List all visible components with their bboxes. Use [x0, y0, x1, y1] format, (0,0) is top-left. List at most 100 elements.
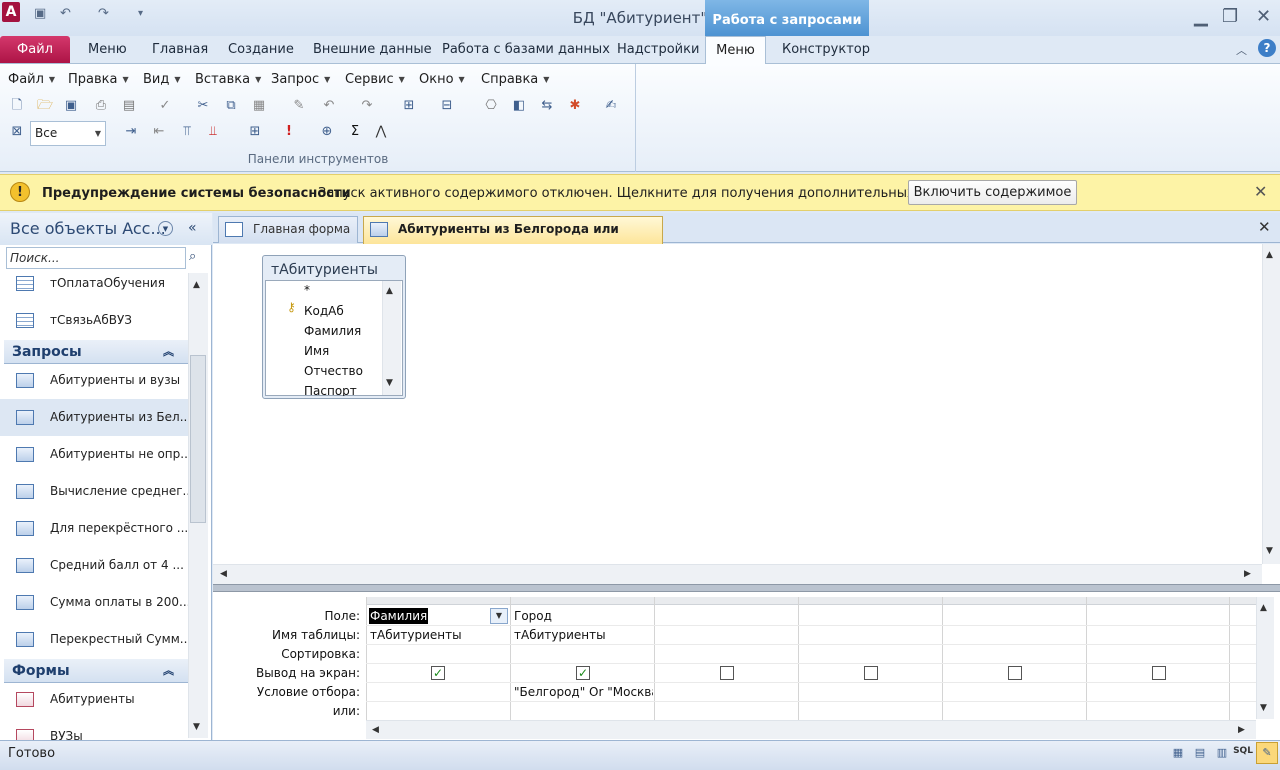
tab-menu-context[interactable]: Меню [705, 36, 766, 65]
table-pane-hscroll[interactable] [213, 564, 1262, 584]
nav-query-item[interactable]: Вычисление среднег... [0, 473, 188, 510]
scroll-down-icon[interactable]: ▼ [1260, 703, 1267, 713]
print-icon[interactable]: ⎙ [92, 98, 110, 114]
menu-file[interactable]: Файл ▼ [8, 72, 55, 87]
scroll-up-icon[interactable]: ▲ [193, 280, 200, 290]
tab-home[interactable]: Главная [140, 36, 220, 64]
tab-database-tools[interactable]: Работа с базами данных [430, 36, 622, 64]
tab-designer[interactable]: Конструктор [770, 36, 882, 64]
field-item[interactable]: Имя [304, 344, 329, 358]
scroll-right-icon[interactable]: ▶ [1238, 725, 1245, 735]
new-object-icon[interactable]: ✍ [602, 98, 620, 114]
show-checkbox[interactable]: ✓ [576, 666, 590, 680]
analyze-icon[interactable]: ⊟ [438, 98, 456, 114]
security-message[interactable]: Запуск активного содержимого отключен. Щ… [318, 186, 988, 201]
scroll-right-icon[interactable]: ▶ [1244, 569, 1251, 579]
menu-query[interactable]: Запрос ▼ [271, 72, 330, 87]
database-window-icon[interactable]: ✱ [566, 98, 584, 114]
insert-columns-icon[interactable]: ⫪ [178, 124, 196, 140]
build-icon[interactable]: ⋀ [372, 124, 390, 140]
tab-main-form[interactable]: Главная форма [218, 216, 358, 243]
nav-form-item[interactable]: ВУЗы [0, 718, 188, 740]
help-icon[interactable]: ? [1258, 39, 1276, 57]
scroll-thumb[interactable] [190, 355, 206, 523]
field-item[interactable]: * [304, 283, 310, 297]
collapse-pane-icon[interactable]: « [188, 220, 197, 236]
undo-icon[interactable]: ↶ [320, 98, 338, 114]
grid-hscroll[interactable] [366, 720, 1256, 739]
nav-query-item[interactable]: Средний балл от 4 ... [0, 547, 188, 584]
menu-window[interactable]: Окно ▼ [419, 72, 465, 87]
copy-icon[interactable]: ⧉ [222, 98, 240, 114]
nav-group-queries[interactable]: Запросы ︽ [4, 340, 188, 364]
nav-table-item[interactable]: тСвязьАбВУЗ [0, 302, 188, 339]
menu-insert[interactable]: Вставка ▼ [195, 72, 261, 87]
close-icon[interactable]: ✕ [1254, 182, 1267, 201]
new-icon[interactable]: 🗋 [8, 98, 26, 114]
scroll-left-icon[interactable]: ◀ [220, 569, 227, 579]
properties-icon[interactable]: ◧ [510, 98, 528, 114]
nav-form-item[interactable]: Абитуриенты [0, 681, 188, 718]
top-values-select[interactable]: Все ▼ [30, 121, 106, 146]
nav-table-item[interactable]: тОплатаОбучения [0, 265, 188, 302]
redo-icon[interactable]: ↷ [358, 98, 376, 114]
nav-query-item[interactable]: Для перекрёстного ... [0, 510, 188, 547]
chevron-down-icon[interactable]: ▼ [158, 221, 173, 236]
field-dropdown-button[interactable]: ▼ [490, 608, 508, 624]
insert-rows-icon[interactable]: ⇥ [122, 124, 140, 140]
field-item[interactable]: Паспорт [304, 384, 357, 396]
nav-query-item[interactable]: Абитуриенты не опр... [0, 436, 188, 473]
pane-splitter[interactable] [213, 584, 1280, 592]
query-type-icon[interactable]: ⊠ [8, 124, 26, 140]
tab-external-data[interactable]: Внешние данные [301, 36, 444, 64]
paste-icon[interactable]: ▦ [250, 98, 268, 114]
nav-group-forms[interactable]: Формы ︽ [4, 659, 188, 683]
show-checkbox[interactable] [1008, 666, 1022, 680]
relationships-icon[interactable]: ⇆ [538, 98, 556, 114]
tab-create[interactable]: Создание [216, 36, 306, 64]
save-icon[interactable]: ▣ [62, 98, 80, 114]
minimize-icon[interactable]: ▁ [1194, 7, 1208, 27]
nav-query-item[interactable]: Перекрестный Сумм... [0, 621, 188, 658]
menu-edit[interactable]: Правка ▼ [68, 72, 129, 87]
show-checkbox[interactable]: ✓ [431, 666, 445, 680]
spelling-icon[interactable]: ✓ [156, 98, 174, 114]
pivottable-view-icon[interactable]: ▤ [1192, 746, 1208, 760]
field-cell[interactable]: Город [514, 609, 552, 623]
builder-icon[interactable]: ⊕ [318, 124, 336, 140]
table-cell[interactable]: тАбитуриенты [514, 628, 606, 642]
scroll-down-icon[interactable]: ▼ [386, 378, 393, 388]
show-checkbox[interactable] [720, 666, 734, 680]
show-table-icon[interactable]: ⊞ [246, 124, 264, 140]
grid-vscroll[interactable] [1256, 597, 1274, 719]
close-icon[interactable]: ✕ [1258, 218, 1271, 236]
open-icon[interactable]: 🗁 [36, 98, 54, 114]
cut-icon[interactable]: ✂ [194, 98, 212, 114]
delete-columns-icon[interactable]: ⫫ [204, 124, 222, 140]
pivotchart-view-icon[interactable]: ▥ [1214, 746, 1230, 760]
scroll-down-icon[interactable]: ▼ [193, 722, 200, 732]
scroll-up-icon[interactable]: ▲ [1266, 250, 1273, 260]
run-icon[interactable]: ! [280, 124, 298, 140]
search-icon[interactable]: ⌕ [189, 249, 196, 264]
format-painter-icon[interactable]: ✎ [290, 98, 308, 114]
sql-view-icon[interactable]: SQL [1232, 746, 1254, 760]
menu-tools[interactable]: Сервис ▼ [345, 72, 405, 87]
scroll-left-icon[interactable]: ◀ [372, 725, 379, 735]
nav-query-item[interactable]: Сумма оплаты в 200... [0, 584, 188, 621]
datasheet-view-icon[interactable]: ▦ [1170, 746, 1186, 760]
show-checkbox[interactable] [864, 666, 878, 680]
tab-menu[interactable]: Меню [76, 36, 139, 64]
totals-icon[interactable]: Σ [346, 124, 364, 140]
field-item[interactable]: Фамилия [304, 324, 361, 338]
nav-query-item[interactable]: Абитуриенты и вузы [0, 362, 188, 399]
close-window-icon[interactable]: ✕ [1256, 7, 1271, 27]
office-links-icon[interactable]: ⊞ [400, 98, 418, 114]
criteria-cell[interactable]: "Белгород" Or "Москва [514, 685, 653, 699]
print-preview-icon[interactable]: ▤ [120, 98, 138, 114]
field-item[interactable]: КодАб [304, 304, 344, 318]
show-checkbox[interactable] [1152, 666, 1166, 680]
scroll-up-icon[interactable]: ▲ [386, 286, 393, 296]
minimize-ribbon-icon[interactable]: ︿ [1236, 42, 1247, 58]
scroll-down-icon[interactable]: ▼ [1266, 546, 1273, 556]
